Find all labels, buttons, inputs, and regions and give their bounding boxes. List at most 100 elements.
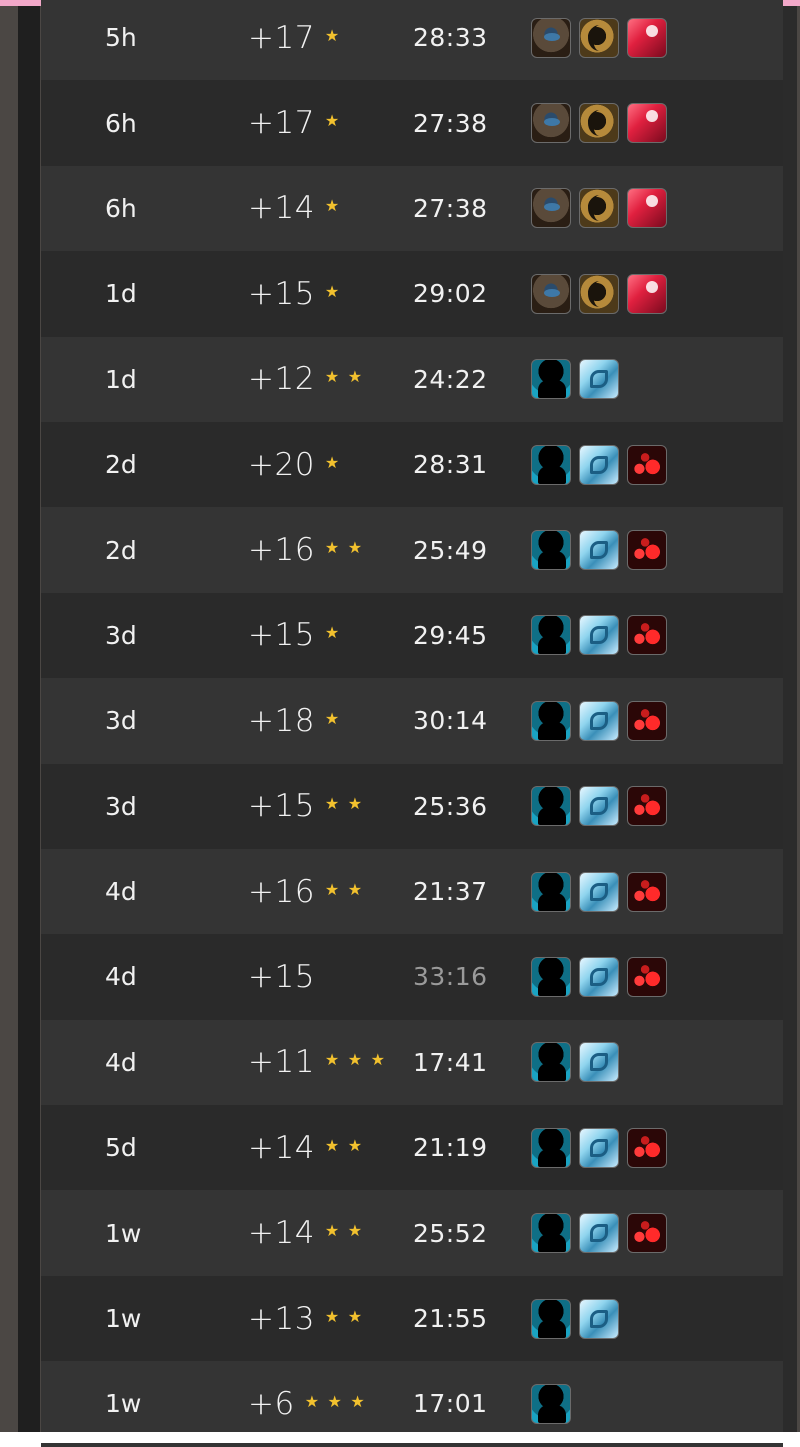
keystone-level: +13 xyxy=(248,1300,315,1337)
silhouette-icon[interactable] xyxy=(531,1213,571,1254)
keystone-level-cell: +18 ★ xyxy=(248,678,340,763)
red-orbs-icon[interactable] xyxy=(627,956,667,997)
run-duration: 21:19 xyxy=(413,1133,488,1163)
star-icon: ★ xyxy=(347,367,363,387)
keystone-level: +15 xyxy=(248,958,315,995)
hooded-figure-icon[interactable] xyxy=(531,273,571,314)
red-orbs-icon[interactable] xyxy=(627,1127,667,1168)
table-row[interactable]: 5h +17 ★ 28:33 xyxy=(41,0,783,81)
red-orbs-icon[interactable] xyxy=(627,530,667,571)
right-scroll-gutter[interactable] xyxy=(783,6,797,1432)
table-row[interactable]: 1w +13 ★ ★ 21:55 xyxy=(41,1275,783,1362)
table-row[interactable]: 4d +11 ★ ★ ★ 17:41 xyxy=(41,1019,783,1106)
keystone-level: +14 xyxy=(248,1129,315,1166)
ice-dragon-icon[interactable] xyxy=(579,700,619,741)
run-time-ago: 1d xyxy=(105,279,137,309)
keystone-level: +6 xyxy=(248,1385,295,1422)
silhouette-icon[interactable] xyxy=(531,530,571,571)
keystone-level-cell: +14 ★ ★ xyxy=(248,1190,363,1275)
upgrade-stars: ★ ★ xyxy=(325,540,363,556)
red-swirl-icon[interactable] xyxy=(627,273,667,314)
table-row[interactable]: 1w +14 ★ ★ 25:52 xyxy=(41,1190,783,1276)
star-icon: ★ xyxy=(324,708,340,728)
red-orbs-icon[interactable] xyxy=(627,615,667,656)
run-time-ago: 3d xyxy=(105,791,137,821)
table-row[interactable]: 3d +18 ★ 30:14 xyxy=(41,678,783,764)
ice-dragon-icon[interactable] xyxy=(579,444,619,485)
table-row[interactable]: 3d +15 ★ ★ 25:36 xyxy=(41,763,783,849)
affix-icons xyxy=(531,0,667,80)
silhouette-icon[interactable] xyxy=(531,444,571,485)
affix-icons xyxy=(531,593,667,678)
ice-dragon-icon[interactable] xyxy=(579,359,619,400)
ice-dragon-icon[interactable] xyxy=(579,956,619,997)
table-row[interactable]: 4d +15 33:16 xyxy=(41,934,783,1020)
table-row[interactable]: 6h +17 ★ 27:38 xyxy=(41,80,783,166)
star-icon: ★ xyxy=(350,1391,366,1411)
table-row[interactable]: 3d +15 ★ 29:45 xyxy=(41,592,783,679)
red-swirl-icon[interactable] xyxy=(627,103,667,144)
run-duration: 30:14 xyxy=(413,706,488,736)
red-orbs-icon[interactable] xyxy=(627,871,667,912)
upgrade-stars: ★ xyxy=(325,283,340,300)
silhouette-icon[interactable] xyxy=(531,1383,571,1424)
table-row[interactable]: 1d +12 ★ ★ 24:22 xyxy=(41,336,783,422)
hooded-figure-icon[interactable] xyxy=(531,17,571,58)
upgrade-stars: ★ ★ xyxy=(325,796,363,812)
table-row[interactable]: 2d +16 ★ ★ 25:49 xyxy=(41,507,783,593)
star-icon: ★ xyxy=(324,1306,340,1326)
crescent-icon[interactable] xyxy=(579,103,619,144)
hooded-figure-icon[interactable] xyxy=(531,103,571,144)
run-time-ago: 4d xyxy=(105,962,137,992)
ice-dragon-icon[interactable] xyxy=(579,530,619,571)
run-time-ago: 6h xyxy=(105,193,137,223)
ice-dragon-icon[interactable] xyxy=(579,786,619,827)
upgrade-stars: ★ ★ ★ xyxy=(325,1052,386,1068)
silhouette-icon[interactable] xyxy=(531,1127,571,1168)
silhouette-icon[interactable] xyxy=(531,1298,571,1339)
silhouette-icon[interactable] xyxy=(531,956,571,997)
keystone-level-cell: +17 ★ xyxy=(248,0,340,80)
silhouette-icon[interactable] xyxy=(531,786,571,827)
ice-dragon-icon[interactable] xyxy=(579,1127,619,1168)
star-icon: ★ xyxy=(324,452,340,472)
ice-dragon-icon[interactable] xyxy=(579,1213,619,1254)
table-row[interactable]: 6h +14 ★ 27:38 xyxy=(41,165,783,252)
run-duration: 17:41 xyxy=(413,1047,488,1077)
crescent-icon[interactable] xyxy=(579,17,619,58)
red-orbs-icon[interactable] xyxy=(627,700,667,741)
silhouette-icon[interactable] xyxy=(531,359,571,400)
run-time-ago: 1w xyxy=(105,1218,142,1248)
silhouette-icon[interactable] xyxy=(531,700,571,741)
star-icon: ★ xyxy=(324,623,340,643)
hooded-figure-icon[interactable] xyxy=(531,188,571,229)
red-orbs-icon[interactable] xyxy=(627,444,667,485)
run-time-ago: 5d xyxy=(105,1133,137,1163)
star-icon: ★ xyxy=(324,538,340,558)
affix-icons xyxy=(531,337,619,422)
keystone-level: +12 xyxy=(248,361,315,398)
upgrade-stars: ★ ★ ★ xyxy=(305,1391,366,1411)
ice-dragon-icon[interactable] xyxy=(579,1298,619,1339)
red-orbs-icon[interactable] xyxy=(627,1213,667,1254)
crescent-icon[interactable] xyxy=(579,273,619,314)
keystone-level: +15 xyxy=(248,788,315,825)
ice-dragon-icon[interactable] xyxy=(579,615,619,656)
red-swirl-icon[interactable] xyxy=(627,188,667,229)
table-row[interactable]: 5d +14 ★ ★ 21:19 xyxy=(41,1105,783,1191)
ice-dragon-icon[interactable] xyxy=(579,871,619,912)
run-duration: 25:36 xyxy=(413,791,488,821)
table-row[interactable]: 4d +16 ★ ★ 21:37 xyxy=(41,848,783,935)
table-row[interactable]: 1d +15 ★ 29:02 xyxy=(41,251,783,337)
ice-dragon-icon[interactable] xyxy=(579,1042,619,1083)
silhouette-icon[interactable] xyxy=(531,615,571,656)
table-row[interactable]: 2d +20 ★ 28:31 xyxy=(41,421,783,508)
silhouette-icon[interactable] xyxy=(531,871,571,912)
red-orbs-icon[interactable] xyxy=(627,786,667,827)
red-swirl-icon[interactable] xyxy=(627,17,667,58)
keystone-level: +16 xyxy=(248,873,315,910)
star-icon: ★ xyxy=(324,1135,340,1155)
crescent-icon[interactable] xyxy=(579,188,619,229)
silhouette-icon[interactable] xyxy=(531,1042,571,1083)
keystone-level: +17 xyxy=(248,105,315,142)
